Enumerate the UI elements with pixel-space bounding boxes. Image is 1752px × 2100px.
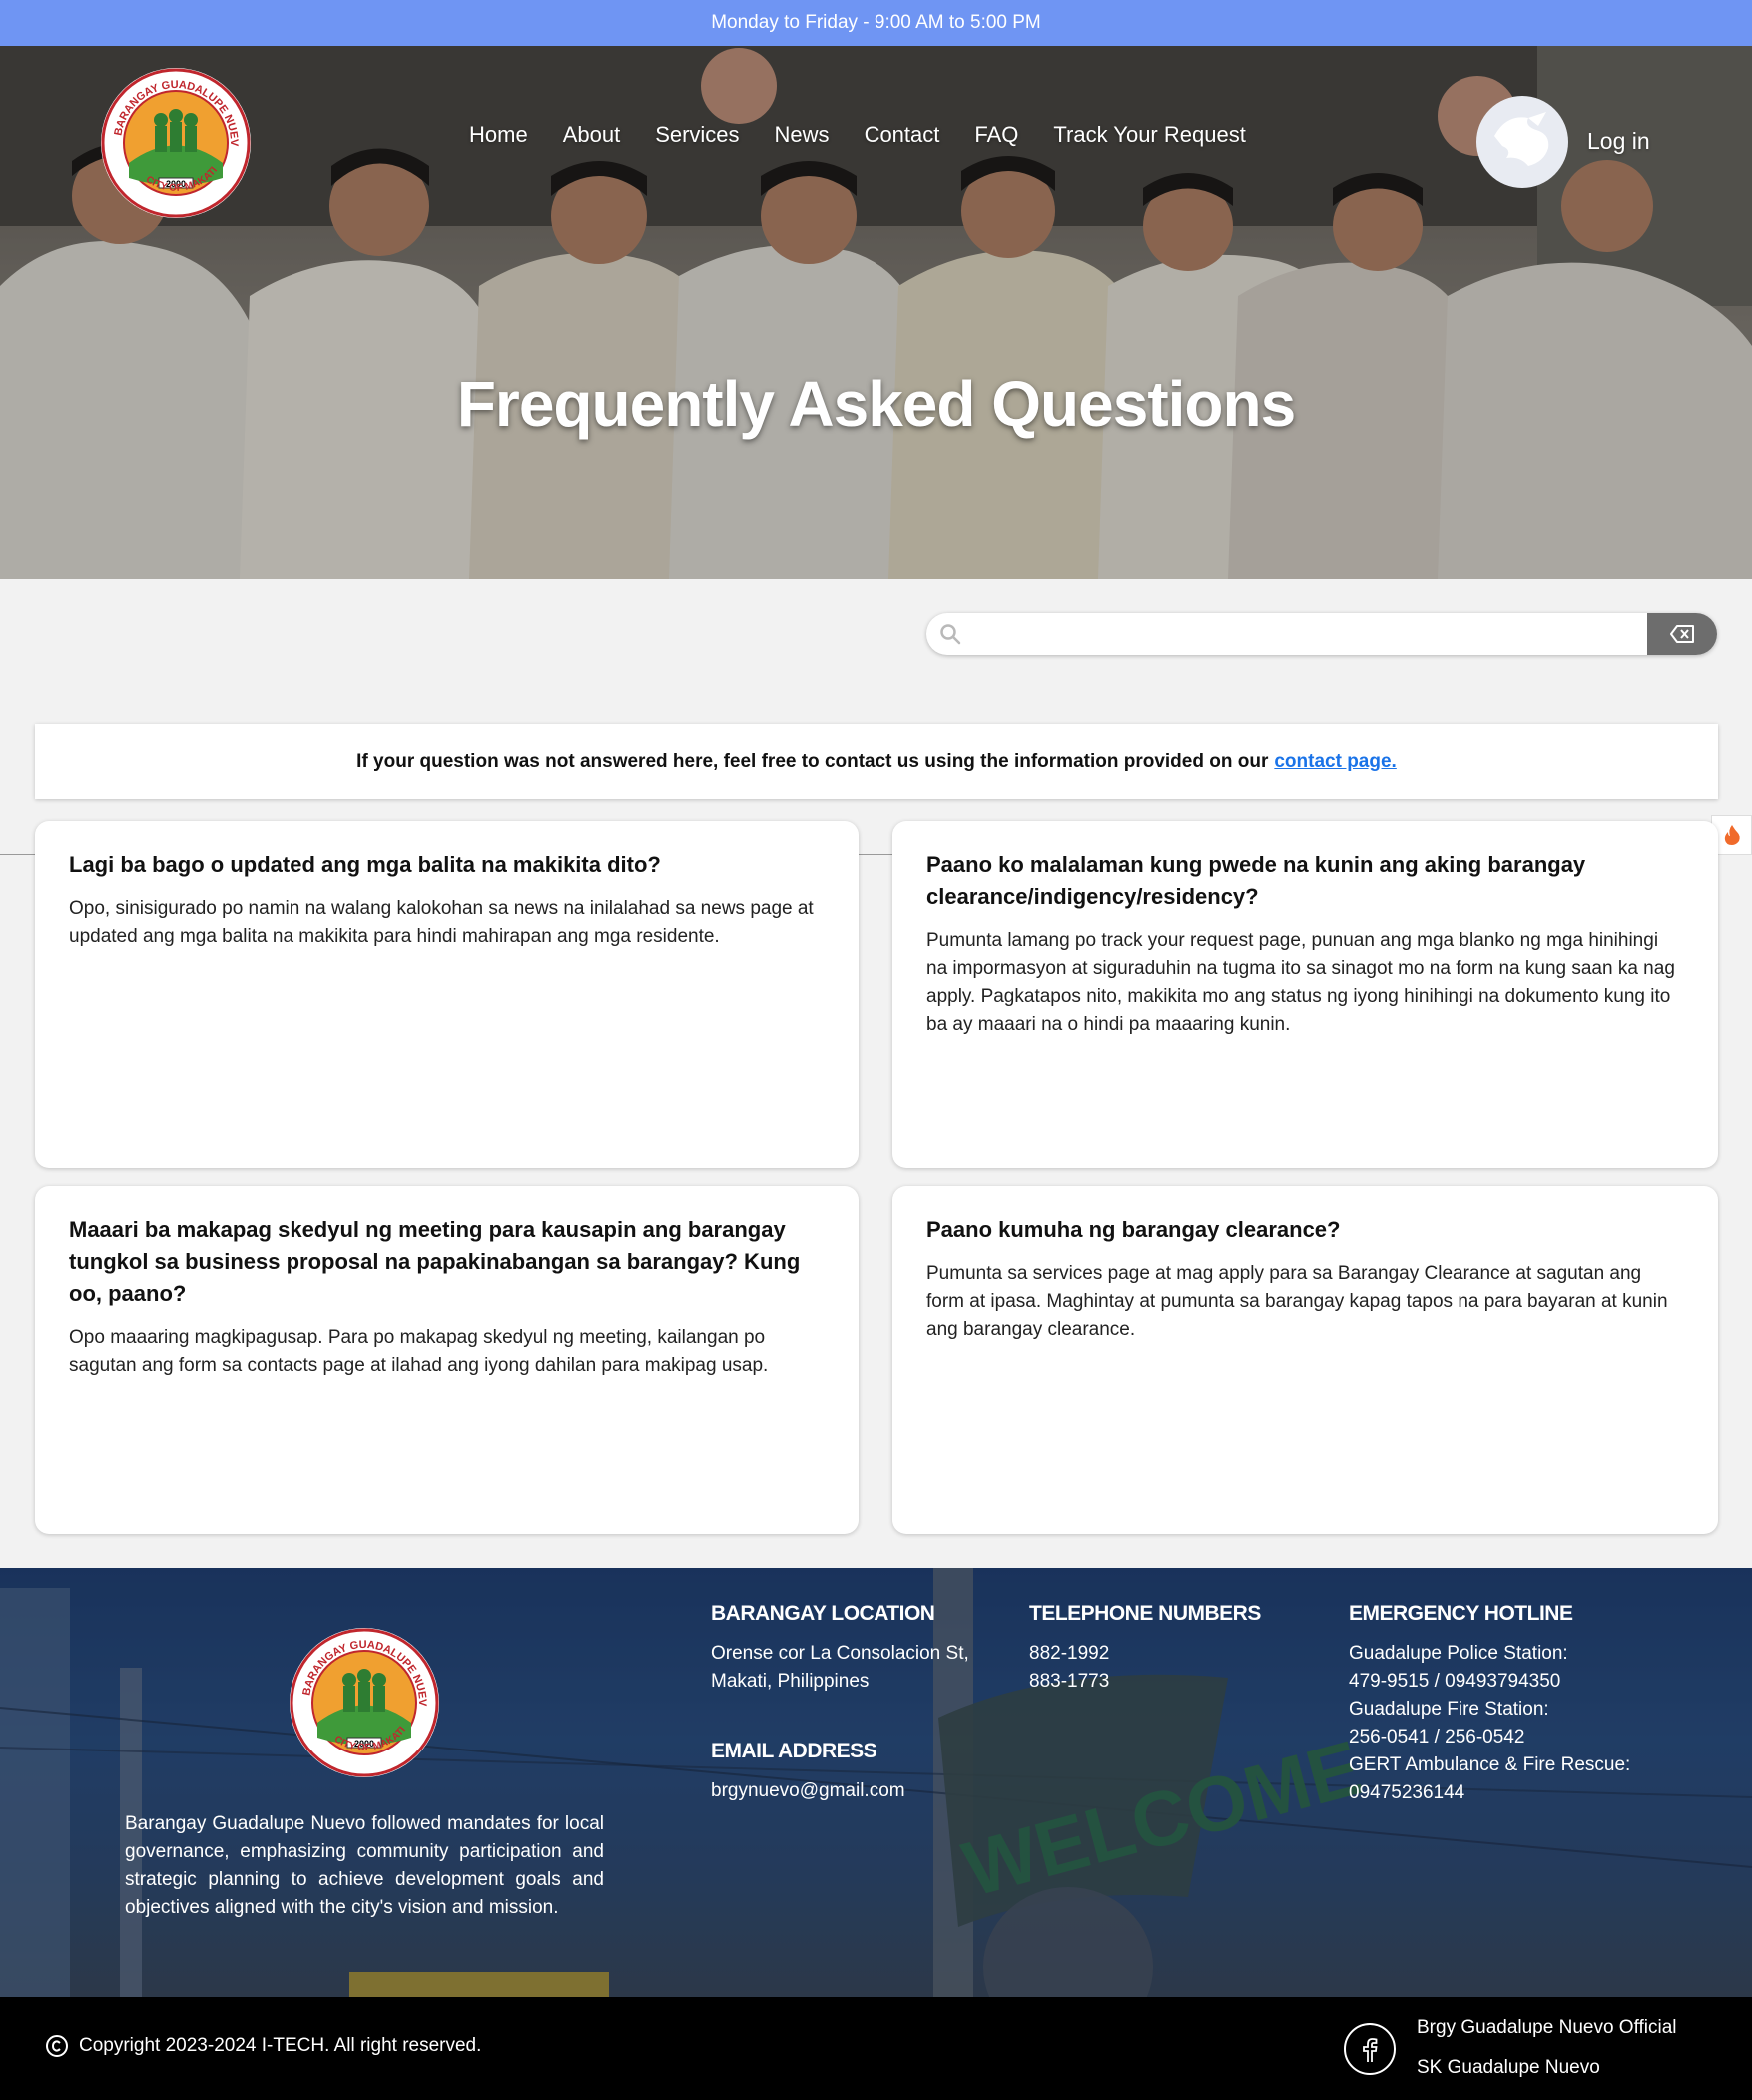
- faq-answer: Opo maaaring magkipagusap. Para po makap…: [69, 1327, 769, 1376]
- page-title: Frequently Asked Questions: [456, 368, 1296, 440]
- login-link[interactable]: Log in: [1587, 128, 1650, 155]
- search-input[interactable]: [966, 613, 1565, 655]
- faq-question: Paano kumuha ng barangay clearance?: [926, 1217, 1341, 1242]
- contact-page-link[interactable]: contact page.: [1274, 751, 1396, 773]
- backspace-icon: [1670, 625, 1694, 643]
- copyright-bar: Copyright 2023-2024 I-TECH. All right re…: [0, 1997, 1752, 2100]
- facebook-icon: [1363, 2038, 1378, 2062]
- emergency-line: GERT Ambulance & Fire Rescue:: [1349, 1754, 1631, 1775]
- faq-search: [926, 613, 1717, 655]
- faq-answer: Pumunta lamang po track your request pag…: [926, 930, 1675, 1035]
- clear-search-button[interactable]: [1647, 613, 1717, 655]
- emergency-line: Guadalupe Police Station:: [1349, 1643, 1568, 1664]
- nav-news[interactable]: News: [775, 122, 830, 148]
- nav-home[interactable]: Home: [469, 122, 528, 148]
- copyright-text: Copyright 2023-2024 I-TECH. All right re…: [79, 2035, 482, 2056]
- faq-card: Lagi ba bago o updated ang mga balita na…: [35, 821, 859, 1168]
- nav-about[interactable]: About: [563, 122, 621, 148]
- main-nav: Home About Services News Contact FAQ Tra…: [469, 122, 1281, 148]
- emergency-line: 479-9515 / 09493794350: [1349, 1671, 1561, 1692]
- emergency-line: 256-0541 / 256-0542: [1349, 1727, 1525, 1748]
- facebook-link-sk[interactable]: SK Guadalupe Nuevo: [1417, 2057, 1600, 2079]
- user-avatar-icon: [1494, 112, 1549, 166]
- location-line: Makati, Philippines: [711, 1671, 870, 1692]
- telephone-title: TELEPHONE NUMBERS: [1029, 1602, 1261, 1625]
- fire-icon: [1724, 825, 1740, 845]
- facebook-button[interactable]: [1344, 2023, 1396, 2075]
- emergency-line: Guadalupe Fire Station:: [1349, 1699, 1549, 1720]
- seal-icon: 2000 BARANGAY GUADALUPE NUEVO CITY OF MA…: [97, 59, 251, 218]
- office-hours-bar: Monday to Friday - 9:00 AM to 5:00 PM: [0, 0, 1752, 46]
- telephone-number: 882-1992: [1029, 1643, 1110, 1664]
- contact-notice: If your question was not answered here, …: [35, 724, 1718, 799]
- office-hours-text: Monday to Friday - 9:00 AM to 5:00 PM: [711, 12, 1041, 33]
- faq-card: Maaari ba makapag skedyul ng meeting par…: [35, 1186, 859, 1534]
- emergency-title: EMERGENCY HOTLINE: [1349, 1602, 1573, 1625]
- copyright-icon: [46, 2035, 68, 2057]
- faq-question: Lagi ba bago o updated ang mga balita na…: [69, 852, 661, 877]
- search-icon: [940, 624, 961, 645]
- location-title: BARANGAY LOCATION: [711, 1602, 935, 1625]
- nav-track-request[interactable]: Track Your Request: [1053, 122, 1245, 148]
- faq-answer: Opo, sinisigurado po namin na walang kal…: [69, 898, 814, 947]
- faq-card: Paano kumuha ng barangay clearance? Pumu…: [892, 1186, 1718, 1534]
- faq-card: Paano ko malalaman kung pwede na kunin a…: [892, 821, 1718, 1168]
- seal-icon: 2000 BARANGAY GUADALUPE NUEVO CITY OF MA…: [286, 1619, 439, 1777]
- faq-question: Maaari ba makapag skedyul ng meeting par…: [69, 1217, 801, 1306]
- nav-services[interactable]: Services: [655, 122, 739, 148]
- nav-faq[interactable]: FAQ: [974, 122, 1018, 148]
- email-link[interactable]: brgynuevo@gmail.com: [711, 1777, 905, 1805]
- notice-text: If your question was not answered here, …: [356, 750, 1269, 772]
- facebook-link-official[interactable]: Brgy Guadalupe Nuevo Official: [1417, 2017, 1677, 2039]
- faq-answer: Pumunta sa services page at mag apply pa…: [926, 1263, 1668, 1340]
- faq-question: Paano ko malalaman kung pwede na kunin a…: [926, 852, 1586, 909]
- location-line: Orense cor La Consolacion St,: [711, 1643, 969, 1664]
- footer-description: Barangay Guadalupe Nuevo followed mandat…: [125, 1813, 604, 1918]
- email-title: EMAIL ADDRESS: [711, 1740, 877, 1762]
- emergency-line: 09475236144: [1349, 1782, 1465, 1803]
- footer-logo[interactable]: 2000 BARANGAY GUADALUPE NUEVO CITY OF MA…: [286, 1619, 439, 1777]
- barangay-logo[interactable]: 2000 BARANGAY GUADALUPE NUEVO CITY OF MA…: [97, 59, 251, 218]
- telephone-number: 883-1773: [1029, 1671, 1110, 1692]
- nav-contact[interactable]: Contact: [865, 122, 940, 148]
- copyright: Copyright 2023-2024 I-TECH. All right re…: [45, 2034, 481, 2058]
- user-avatar[interactable]: [1476, 96, 1568, 188]
